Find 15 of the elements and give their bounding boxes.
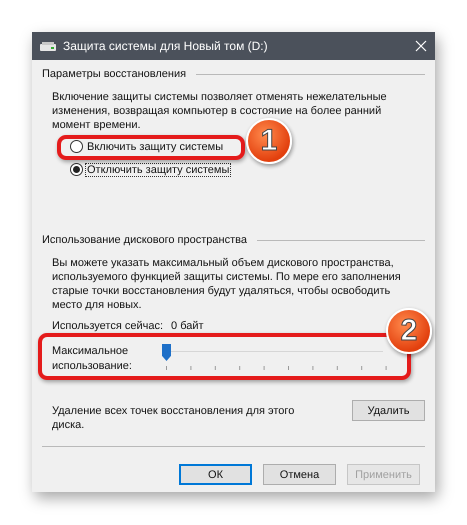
drive-icon: [40, 42, 56, 50]
dialog-button[interactable]: Отмена: [263, 464, 336, 485]
group-heading: Использование дискового пространства: [42, 234, 247, 246]
dialog-button[interactable]: ОК: [179, 464, 252, 485]
group-heading: Параметры восстановления: [42, 68, 186, 80]
radio-option[interactable]: Включить защиту системы: [70, 140, 224, 153]
usage-value: 0 байт: [171, 320, 204, 332]
delete-button[interactable]: Удалить: [352, 400, 425, 421]
slider-thumb[interactable]: [162, 344, 171, 361]
close-icon[interactable]: [415, 40, 427, 52]
slider-label: Максимальное использование:: [52, 344, 133, 374]
window-title: Защита системы для Новый том (D:): [63, 39, 269, 53]
radio-option[interactable]: Отключить защиту системы: [70, 163, 230, 176]
delete-description: Удаление всех точек восстановления для этого диска.: [52, 404, 296, 432]
usage-label: Используется сейчас:: [52, 320, 164, 332]
